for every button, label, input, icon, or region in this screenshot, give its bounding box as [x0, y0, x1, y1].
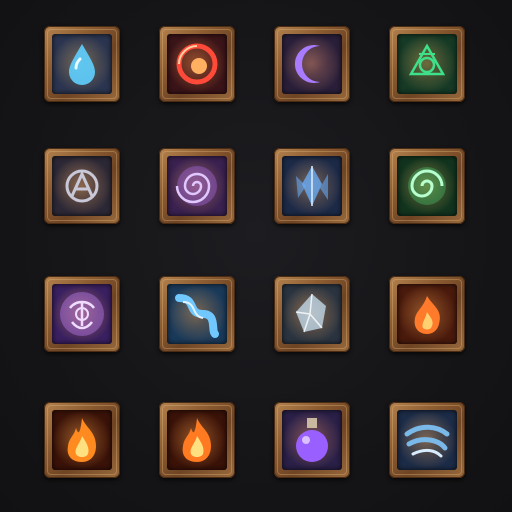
icon-slot[interactable]	[389, 26, 465, 102]
crescent-moon-icon	[294, 45, 320, 83]
potion-icon	[296, 418, 328, 462]
icon-slot[interactable]	[44, 402, 120, 478]
icon-background	[282, 156, 342, 216]
icon-background	[167, 156, 227, 216]
crystal-icon	[295, 293, 326, 333]
icon-background	[282, 34, 342, 94]
icon-slot[interactable]	[274, 402, 350, 478]
icon-background	[167, 284, 227, 344]
icon-slot[interactable]	[389, 402, 465, 478]
icon-slot[interactable]	[389, 276, 465, 352]
icon-background	[52, 156, 112, 216]
icon-background	[52, 284, 112, 344]
flame-icon	[414, 296, 440, 334]
icon-background	[282, 410, 342, 470]
icon-background	[397, 156, 457, 216]
icon-slot[interactable]	[274, 26, 350, 102]
icon-slot[interactable]	[274, 148, 350, 224]
icon-background	[282, 284, 342, 344]
icon-slot[interactable]	[159, 26, 235, 102]
fire-icon	[182, 418, 211, 462]
icon-slot[interactable]	[274, 276, 350, 352]
icon-slot[interactable]	[44, 26, 120, 102]
icon-background	[397, 34, 457, 94]
wind-gust-icon	[404, 424, 450, 458]
poison-vortex-icon	[408, 167, 446, 205]
icon-background	[397, 410, 457, 470]
icon-slot[interactable]	[159, 402, 235, 478]
icon-background	[167, 410, 227, 470]
icon-slot[interactable]	[159, 148, 235, 224]
icon-background	[397, 284, 457, 344]
void-swirl-icon	[175, 166, 217, 206]
nature-rune-icon	[408, 43, 446, 76]
icon-slot[interactable]	[159, 276, 235, 352]
shadow-curse-icon	[60, 292, 104, 336]
fire-icon	[67, 418, 96, 462]
icon-sheet	[0, 0, 512, 512]
water-drop-icon	[69, 44, 95, 85]
icon-slot[interactable]	[44, 148, 120, 224]
icon-background	[52, 410, 112, 470]
fire-orb-icon	[176, 43, 218, 85]
icon-background	[167, 34, 227, 94]
icon-slot[interactable]	[389, 148, 465, 224]
icon-slot[interactable]	[44, 276, 120, 352]
icon-background	[52, 34, 112, 94]
water-wave-icon	[175, 294, 219, 338]
arcane-sigil-icon	[65, 169, 99, 203]
ice-shard-icon	[296, 166, 328, 206]
